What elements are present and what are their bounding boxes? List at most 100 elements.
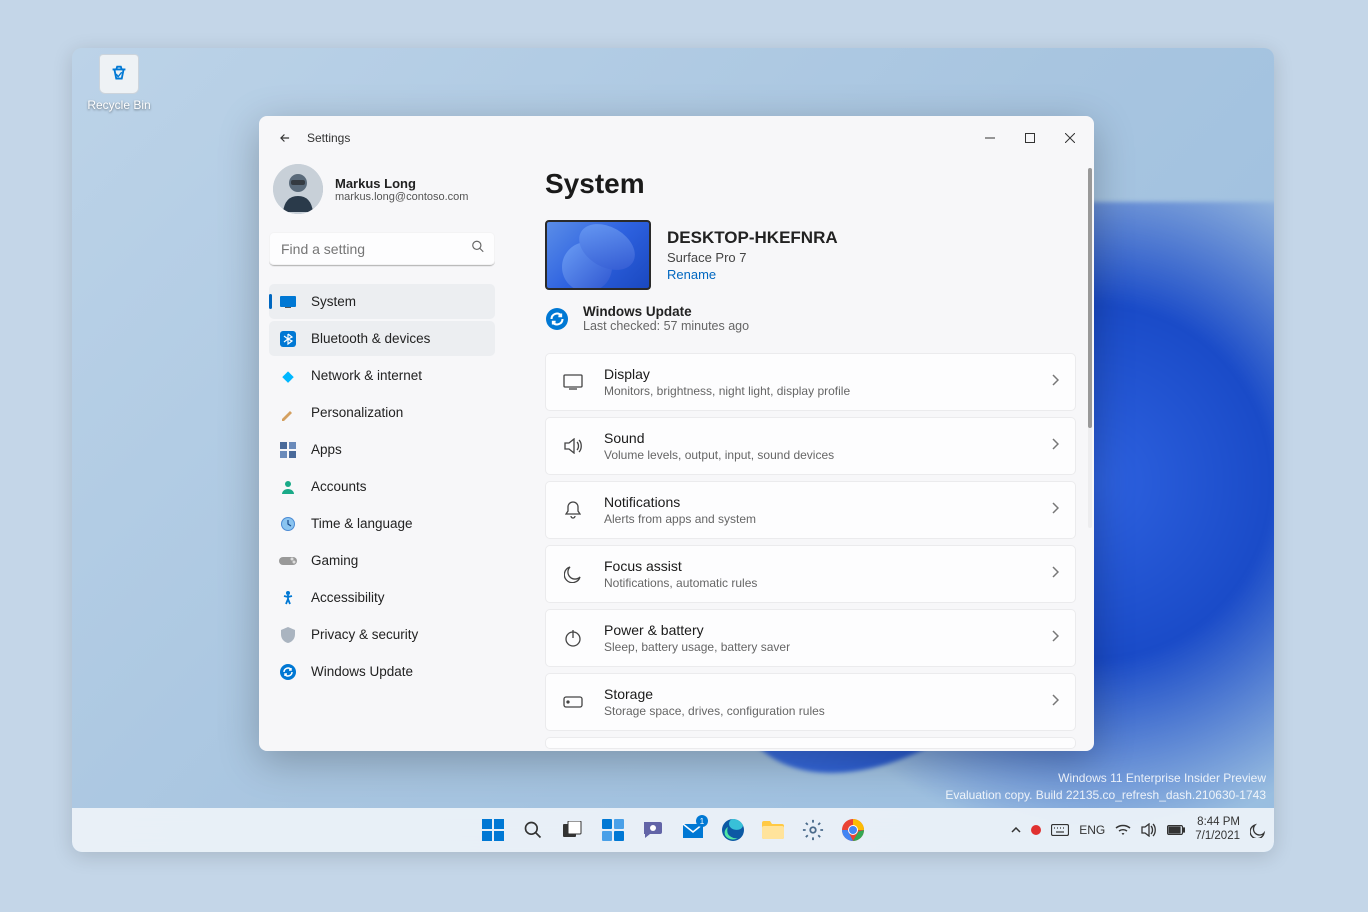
sidebar-item-label: Windows Update (311, 664, 413, 679)
taskbar-mail[interactable]: 1 (676, 813, 710, 847)
back-button[interactable] (269, 122, 301, 154)
card-title: Display (604, 366, 1031, 382)
sidebar-item-label: Gaming (311, 553, 358, 568)
sidebar-item-accessibility[interactable]: Accessibility (269, 580, 495, 615)
close-button[interactable] (1050, 118, 1090, 158)
chevron-right-icon (1051, 693, 1059, 711)
recycle-bin-label: Recycle Bin (87, 98, 150, 112)
sidebar-item-label: Apps (311, 442, 342, 457)
user-profile[interactable]: Markus Long markus.long@contoso.com (269, 160, 495, 232)
display-icon (562, 371, 584, 393)
sidebar-item-bluetooth[interactable]: Bluetooth & devices (269, 321, 495, 356)
tray-recording-icon[interactable] (1031, 825, 1041, 835)
search-box (269, 232, 495, 266)
chevron-right-icon (1051, 373, 1059, 391)
sidebar-item-gaming[interactable]: Gaming (269, 543, 495, 578)
card-title: Storage (604, 686, 1031, 702)
sidebar: Markus Long markus.long@contoso.com (259, 160, 505, 751)
start-button[interactable] (476, 813, 510, 847)
taskbar-chat[interactable] (636, 813, 670, 847)
maximize-button[interactable] (1010, 118, 1050, 158)
accounts-icon (279, 478, 297, 496)
desktop: Recycle Bin Settings (72, 48, 1274, 852)
recycle-bin-icon (99, 54, 139, 94)
recycle-bin[interactable]: Recycle Bin (84, 54, 154, 112)
sidebar-item-label: Bluetooth & devices (311, 331, 430, 346)
taskbar-widgets[interactable] (596, 813, 630, 847)
sidebar-item-system[interactable]: System (269, 284, 495, 319)
watermark: Windows 11 Enterprise Insider Preview Ev… (945, 770, 1266, 804)
sidebar-item-label: Accounts (311, 479, 367, 494)
rename-link[interactable]: Rename (667, 267, 838, 282)
setting-card-storage[interactable]: Storage Storage space, drives, configura… (545, 673, 1076, 731)
setting-card-partial[interactable] (545, 737, 1076, 749)
taskbar-settings[interactable] (796, 813, 830, 847)
sidebar-item-label: Accessibility (311, 590, 385, 605)
content-area: System DESKTOP-HKEFNRA Surface Pro 7 Ren… (505, 160, 1094, 751)
personalization-icon (279, 404, 297, 422)
sidebar-item-accounts[interactable]: Accounts (269, 469, 495, 504)
focus-icon (562, 563, 584, 585)
scrollbar[interactable] (1088, 168, 1092, 528)
card-subtitle: Monitors, brightness, night light, displ… (604, 384, 1031, 398)
setting-card-notifications[interactable]: Notifications Alerts from apps and syste… (545, 481, 1076, 539)
settings-window: Settings (259, 116, 1094, 751)
window-title: Settings (307, 131, 350, 145)
tray-battery-icon[interactable] (1167, 825, 1185, 835)
minimize-button[interactable] (970, 118, 1010, 158)
update-title: Windows Update (583, 304, 749, 319)
card-title: Power & battery (604, 622, 1031, 638)
tray-overflow[interactable] (1011, 827, 1021, 833)
sidebar-item-time[interactable]: Time & language (269, 506, 495, 541)
card-title: Sound (604, 430, 1031, 446)
setting-card-display[interactable]: Display Monitors, brightness, night ligh… (545, 353, 1076, 411)
chevron-right-icon (1051, 437, 1059, 455)
setting-card-power[interactable]: Power & battery Sleep, battery usage, ba… (545, 609, 1076, 667)
card-title: Notifications (604, 494, 1031, 510)
search-input[interactable] (269, 232, 495, 266)
watermark-line1: Windows 11 Enterprise Insider Preview (945, 770, 1266, 787)
sidebar-item-network[interactable]: ◆ Network & internet (269, 358, 495, 393)
sidebar-item-label: Time & language (311, 516, 413, 531)
setting-card-sound[interactable]: Sound Volume levels, output, input, soun… (545, 417, 1076, 475)
scrollbar-thumb[interactable] (1088, 168, 1092, 428)
card-subtitle: Sleep, battery usage, battery saver (604, 640, 1031, 654)
storage-icon (562, 691, 584, 713)
bluetooth-icon (279, 330, 297, 348)
tray-wifi-icon[interactable] (1115, 824, 1131, 836)
card-subtitle: Volume levels, output, input, sound devi… (604, 448, 1031, 462)
tray-notifications-icon[interactable] (1250, 822, 1266, 838)
device-header: DESKTOP-HKEFNRA Surface Pro 7 Rename (545, 220, 1076, 290)
sidebar-item-personalization[interactable]: Personalization (269, 395, 495, 430)
network-icon: ◆ (279, 367, 297, 385)
user-name: Markus Long (335, 176, 468, 191)
sidebar-item-apps[interactable]: Apps (269, 432, 495, 467)
taskbar-edge[interactable] (716, 813, 750, 847)
system-icon (279, 293, 297, 311)
taskbar-search[interactable] (516, 813, 550, 847)
tray-volume-icon[interactable] (1141, 823, 1157, 837)
sidebar-item-label: Network & internet (311, 368, 422, 383)
setting-card-focus[interactable]: Focus assist Notifications, automatic ru… (545, 545, 1076, 603)
chevron-right-icon (1051, 565, 1059, 583)
sidebar-item-update[interactable]: Windows Update (269, 654, 495, 689)
card-title: Focus assist (604, 558, 1031, 574)
windows-update-status[interactable]: Windows Update Last checked: 57 minutes … (545, 304, 1076, 333)
system-tray: ENG 8:44 PM 7/1/2021 (1011, 816, 1266, 844)
taskbar: 1 ENG 8:44 PM 7/1/2 (72, 808, 1274, 852)
taskbar-explorer[interactable] (756, 813, 790, 847)
chevron-right-icon (1051, 629, 1059, 647)
page-title: System (545, 168, 1076, 200)
clock[interactable]: 8:44 PM 7/1/2021 (1195, 816, 1240, 844)
sidebar-item-privacy[interactable]: Privacy & security (269, 617, 495, 652)
taskbar-taskview[interactable] (556, 813, 590, 847)
sidebar-item-label: Personalization (311, 405, 403, 420)
titlebar: Settings (259, 116, 1094, 160)
tray-language[interactable]: ENG (1079, 823, 1105, 837)
time-icon (279, 515, 297, 533)
tray-keyboard-icon[interactable] (1051, 824, 1069, 836)
device-thumbnail (545, 220, 651, 290)
mail-badge: 1 (696, 815, 708, 827)
taskbar-chrome[interactable] (836, 813, 870, 847)
user-email: markus.long@contoso.com (335, 191, 468, 203)
